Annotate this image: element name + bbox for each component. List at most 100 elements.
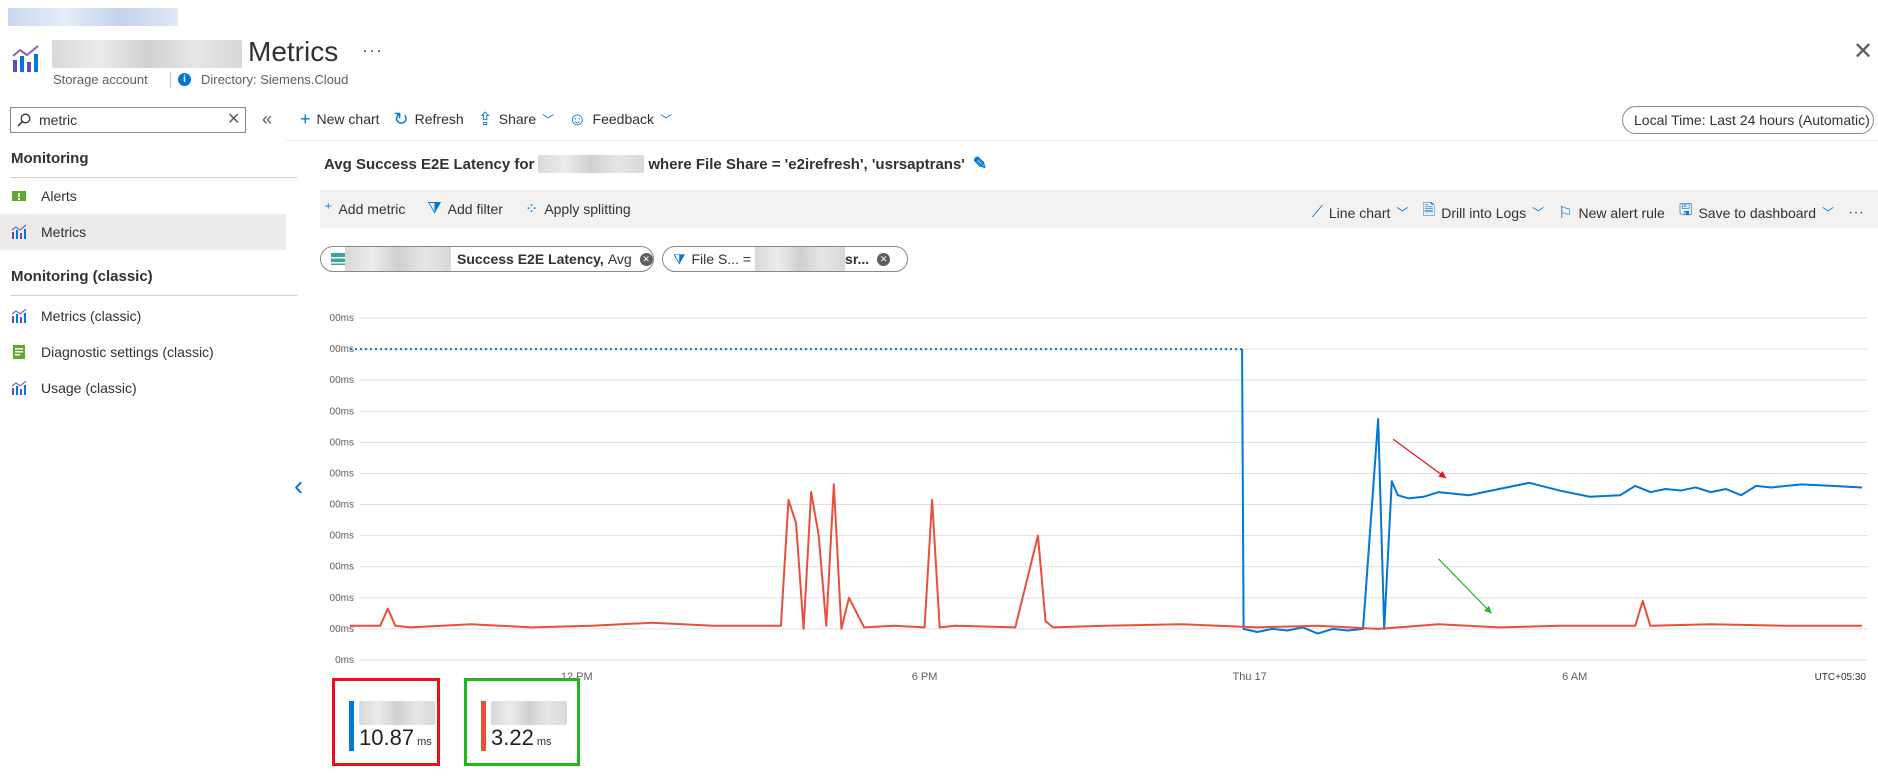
metrics-icon bbox=[12, 45, 39, 72]
sidebar-item-label: Metrics (classic) bbox=[41, 308, 142, 324]
chevron-down-icon: ﹀ bbox=[660, 112, 673, 127]
save-icon: 🖫 bbox=[1678, 202, 1693, 219]
series-value: 10.87 ms bbox=[359, 725, 432, 750]
filter-icon: ⧩ bbox=[673, 250, 686, 267]
legend-tile-series-1[interactable]: 10.87 ms bbox=[332, 678, 440, 766]
chart-toolbar: ⁺ Add metric ⧩ Add filter ⁘ Apply splitting… bbox=[320, 190, 1878, 228]
usage-icon bbox=[11, 380, 27, 395]
logs-icon: 🗎 bbox=[1422, 202, 1436, 219]
x-tick-label: Thu 17 bbox=[1233, 671, 1267, 683]
group-title-monitoring-classic: Monitoring (classic) bbox=[11, 268, 153, 285]
series-name-redacted bbox=[359, 701, 435, 725]
page-title: Metrics bbox=[248, 36, 339, 67]
chevron-down-icon: ﹀ bbox=[542, 112, 555, 127]
share-button[interactable]: ⇪ Share ﹀ bbox=[478, 110, 554, 128]
filter-pill[interactable]: ⧩ File S... = sr... ✕ bbox=[662, 246, 908, 272]
directory-label: Directory: Siemens.Cloud bbox=[201, 72, 349, 87]
plus-icon: + bbox=[300, 109, 311, 129]
y-tick-label: 10.00ms bbox=[330, 500, 354, 511]
new-alert-rule-button[interactable]: ⚐ New alert rule bbox=[1558, 199, 1665, 226]
x-tick-label: 6 AM bbox=[1562, 671, 1587, 683]
sidebar-item-label: Alerts bbox=[41, 188, 77, 204]
add-metric-button[interactable]: ⁺ Add metric bbox=[324, 199, 405, 219]
splitting-icon: ⁘ bbox=[524, 201, 539, 218]
y-tick-label: 18.00ms bbox=[330, 375, 354, 386]
sidebar-item-label: Diagnostic settings (classic) bbox=[41, 344, 214, 360]
group-title-monitoring: Monitoring bbox=[11, 150, 89, 167]
metric-pill[interactable]: Success E2E Latency, Avg ✕ bbox=[320, 246, 654, 272]
add-metric-icon: ⁺ bbox=[324, 201, 333, 218]
resource-name-redacted bbox=[52, 40, 242, 68]
save-to-dashboard-dropdown[interactable]: 🖫 Save to dashboard ﹀ bbox=[1679, 199, 1834, 226]
diagnostic-icon bbox=[13, 345, 25, 359]
sidebar-item-usage-classic[interactable]: Usage (classic) bbox=[0, 370, 286, 406]
search-input[interactable] bbox=[39, 111, 219, 129]
y-tick-label: 16.00ms bbox=[330, 406, 354, 417]
more-options-button[interactable]: ··· bbox=[1848, 199, 1870, 226]
sidebar-item-label: Usage (classic) bbox=[41, 380, 137, 396]
breadcrumb[interactable] bbox=[8, 8, 178, 26]
chevron-down-icon: ﹀ bbox=[1822, 206, 1835, 220]
chart-title[interactable]: Avg Success E2E Latency for where File S… bbox=[324, 154, 987, 174]
refresh-button[interactable]: ↻ Refresh bbox=[394, 110, 464, 128]
divider bbox=[11, 295, 297, 296]
series-color-swatch bbox=[349, 701, 354, 751]
close-button[interactable]: ✕ bbox=[1853, 40, 1873, 64]
filter-icon: ⧩ bbox=[427, 200, 442, 217]
resource-type: Storage account bbox=[53, 72, 148, 87]
sidebar-item-label: Metrics bbox=[41, 224, 87, 240]
time-range-picker[interactable]: Local Time: Last 24 hours (Automatic) bbox=[1622, 106, 1874, 134]
annotation-arrow bbox=[1392, 438, 1447, 479]
add-filter-button[interactable]: ⧩ Add filter bbox=[427, 199, 503, 219]
command-bar: + New chart ↻ Refresh ⇪ Share ﹀ ☺ Feedback ﹀ bbox=[300, 106, 686, 132]
divider bbox=[170, 72, 171, 88]
sidebar-item-alerts[interactable]: Alerts bbox=[0, 178, 286, 214]
series-line-1 bbox=[1241, 349, 1863, 635]
y-tick-label: 12.00ms bbox=[330, 468, 354, 479]
refresh-icon: ↻ bbox=[393, 109, 409, 129]
y-tick-label: 4.00ms bbox=[330, 593, 354, 604]
line-chart-dropdown[interactable]: ⟋ Line chart ﹀ bbox=[1312, 199, 1409, 226]
alerts-icon bbox=[12, 191, 26, 201]
apply-splitting-button[interactable]: ⁘ Apply splitting bbox=[525, 199, 631, 219]
collapse-sidebar-button[interactable]: « bbox=[262, 110, 272, 128]
sidebar-item-metrics-classic[interactable]: Metrics (classic) bbox=[0, 298, 286, 334]
latency-line-chart: 22.00ms20.00ms18.00ms16.00ms14.00ms12.00… bbox=[330, 313, 1868, 683]
y-tick-label: 8.00ms bbox=[330, 531, 354, 542]
drill-into-logs-dropdown[interactable]: 🗎 Drill into Logs ﹀ bbox=[1422, 199, 1544, 226]
remove-filter-icon[interactable]: ✕ bbox=[877, 252, 891, 266]
search-icon bbox=[17, 113, 31, 127]
chevron-down-icon: ﹀ bbox=[1532, 206, 1545, 220]
smile-icon: ☺ bbox=[568, 109, 587, 129]
line-chart-icon: ⟋ bbox=[1311, 203, 1323, 221]
clear-search-button[interactable]: ✕ bbox=[227, 111, 240, 129]
divider bbox=[286, 140, 1878, 141]
legend-tile-series-2[interactable]: 3.22 ms bbox=[464, 678, 580, 766]
metrics-icon bbox=[11, 308, 27, 323]
share-icon: ⇪ bbox=[477, 109, 493, 129]
sidebar-item-metrics[interactable]: Metrics bbox=[0, 214, 286, 250]
series-color-swatch bbox=[481, 701, 486, 751]
y-tick-label: 14.00ms bbox=[330, 437, 354, 448]
y-tick-label: 6.00ms bbox=[330, 562, 354, 573]
remove-metric-icon[interactable]: ✕ bbox=[639, 252, 653, 266]
more-actions-button[interactable]: ··· bbox=[362, 40, 383, 61]
y-tick-label: 0ms bbox=[335, 655, 354, 666]
y-tick-label: 22.00ms bbox=[330, 313, 354, 324]
resource-name-redacted bbox=[538, 155, 645, 173]
new-chart-button[interactable]: + New chart bbox=[300, 110, 380, 128]
x-tick-label: 6 PM bbox=[912, 671, 938, 683]
metric-icon bbox=[331, 253, 345, 265]
info-icon: i bbox=[178, 73, 191, 86]
sidebar-search: ✕ bbox=[10, 107, 246, 133]
filter-values-redacted bbox=[755, 247, 846, 271]
chevron-left-icon[interactable]: ‹ bbox=[294, 472, 303, 500]
timezone-label: UTC+05:30 bbox=[1815, 672, 1867, 683]
sidebar-item-diagnostic-settings-classic[interactable]: Diagnostic settings (classic) bbox=[0, 334, 286, 370]
series-line-2 bbox=[350, 483, 1862, 630]
resource-name-redacted bbox=[345, 247, 451, 271]
series-value: 3.22 ms bbox=[491, 725, 552, 750]
feedback-button[interactable]: ☺ Feedback ﹀ bbox=[568, 110, 672, 128]
edit-icon[interactable]: ✎ bbox=[973, 154, 987, 174]
alert-icon: ⚐ bbox=[1558, 204, 1573, 222]
